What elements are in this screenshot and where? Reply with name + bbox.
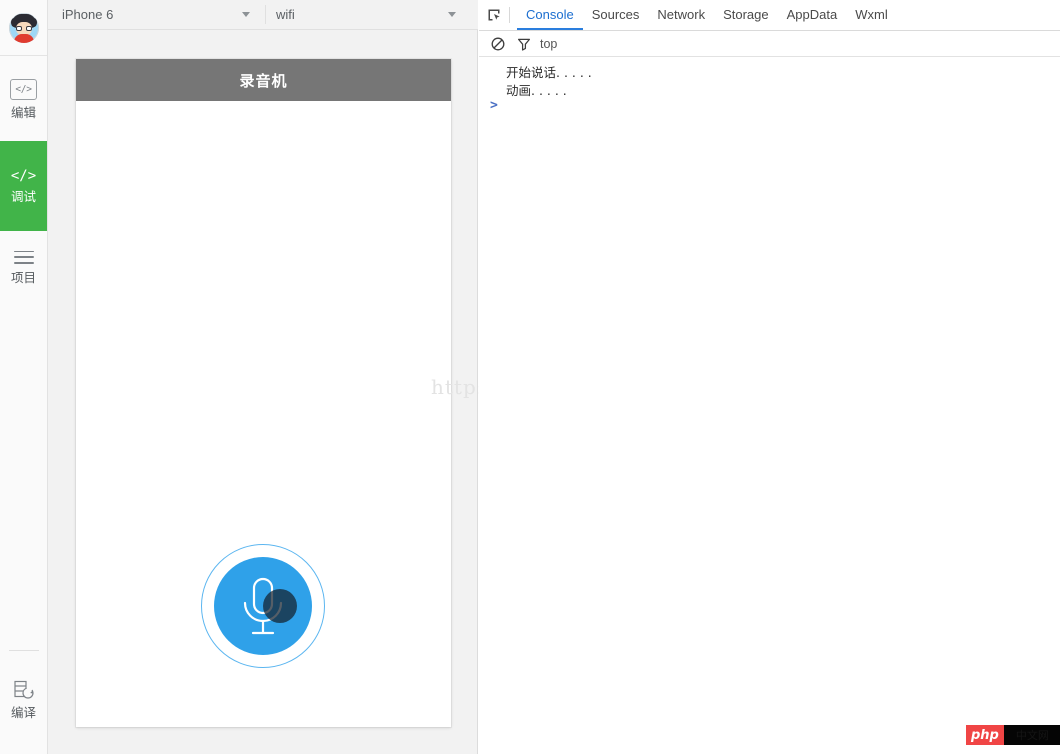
simulator-toolbar: iPhone 6 wifi — [48, 0, 478, 30]
devtools-tabbar: Console Sources Network Storage AppData … — [479, 0, 1060, 31]
sidebar-item-project-label: 项目 — [11, 272, 36, 285]
chevron-down-icon — [448, 12, 456, 17]
code-brackets-icon: </> — [10, 79, 37, 100]
record-button[interactable] — [201, 544, 325, 668]
tab-sources[interactable]: Sources — [583, 0, 649, 30]
phone-viewport — [76, 101, 451, 727]
hamburger-icon — [14, 251, 34, 265]
tab-storage[interactable]: Storage — [714, 0, 778, 30]
tabbar-divider — [509, 7, 510, 23]
tab-wxml-label: Wxml — [855, 7, 888, 22]
network-select-value: wifi — [276, 7, 295, 22]
code-brackets-glyph: </> — [11, 168, 36, 184]
tab-appdata[interactable]: AppData — [778, 0, 847, 30]
inspect-element-icon[interactable] — [479, 0, 509, 30]
php-watermark-badge: php 中文网 — [966, 725, 1060, 745]
device-select-value: iPhone 6 — [62, 7, 113, 22]
sidebar-item-debug-label: 调试 — [11, 191, 36, 204]
sidebar-item-debug[interactable]: </> 调试 — [0, 141, 47, 231]
rail-divider — [9, 650, 39, 651]
avatar[interactable] — [0, 0, 47, 56]
console-log-line: 动画. . . . . — [506, 80, 567, 99]
left-rail: </> 编辑 </> 调试 项目 — [0, 0, 48, 754]
php-logo-tail: 中文网 — [1004, 725, 1060, 745]
code-brackets-icon: </> — [11, 168, 36, 184]
avatar-image — [9, 13, 39, 43]
tab-network-label: Network — [657, 7, 705, 22]
sidebar-item-edit-label: 编辑 — [11, 107, 36, 120]
console-prompt-icon[interactable]: > — [490, 98, 498, 113]
tab-sources-label: Sources — [592, 7, 640, 22]
avatar-shirt — [14, 34, 34, 43]
simulator-pane: iPhone 6 wifi 录音机 — [48, 0, 478, 754]
console-context-select[interactable]: top — [540, 37, 557, 51]
avatar-glasses — [16, 26, 32, 31]
tab-console[interactable]: Console — [517, 0, 583, 30]
tab-appdata-label: AppData — [787, 7, 838, 22]
devtools-pane: Console Sources Network Storage AppData … — [479, 0, 1060, 754]
toolbar-divider — [265, 5, 266, 24]
console-filterbar: top — [479, 31, 1060, 57]
sidebar-item-compile[interactable]: 编译 — [0, 672, 47, 727]
phone-frame: 录音机 — [76, 59, 451, 727]
devtools-window: </> 编辑 </> 调试 项目 — [0, 0, 1060, 754]
console-log-line: 开始说话. . . . . — [506, 62, 592, 81]
console-output[interactable]: 开始说话. . . . . 动画. . . . . > — [479, 58, 1060, 754]
tab-wxml[interactable]: Wxml — [846, 0, 897, 30]
chevron-down-icon — [242, 12, 250, 17]
tab-console-label: Console — [526, 7, 574, 22]
tab-network[interactable]: Network — [648, 0, 714, 30]
device-select[interactable]: iPhone 6 — [62, 0, 262, 29]
sidebar-item-edit[interactable]: </> 编辑 — [0, 68, 47, 130]
clear-console-icon[interactable] — [485, 37, 511, 51]
filter-funnel-icon[interactable] — [511, 37, 537, 51]
php-logo-tag: php — [966, 725, 1004, 745]
compile-refresh-icon — [12, 680, 36, 700]
tab-storage-label: Storage — [723, 7, 769, 22]
network-select[interactable]: wifi — [276, 0, 466, 29]
code-brackets-glyph: </> — [10, 79, 37, 100]
sidebar-item-project[interactable]: 项目 — [0, 240, 47, 295]
page-title: 录音机 — [239, 70, 287, 91]
pointer-artifact — [263, 589, 297, 623]
app-titlebar: 录音机 — [76, 59, 451, 101]
sidebar-item-compile-label: 编译 — [11, 707, 36, 720]
